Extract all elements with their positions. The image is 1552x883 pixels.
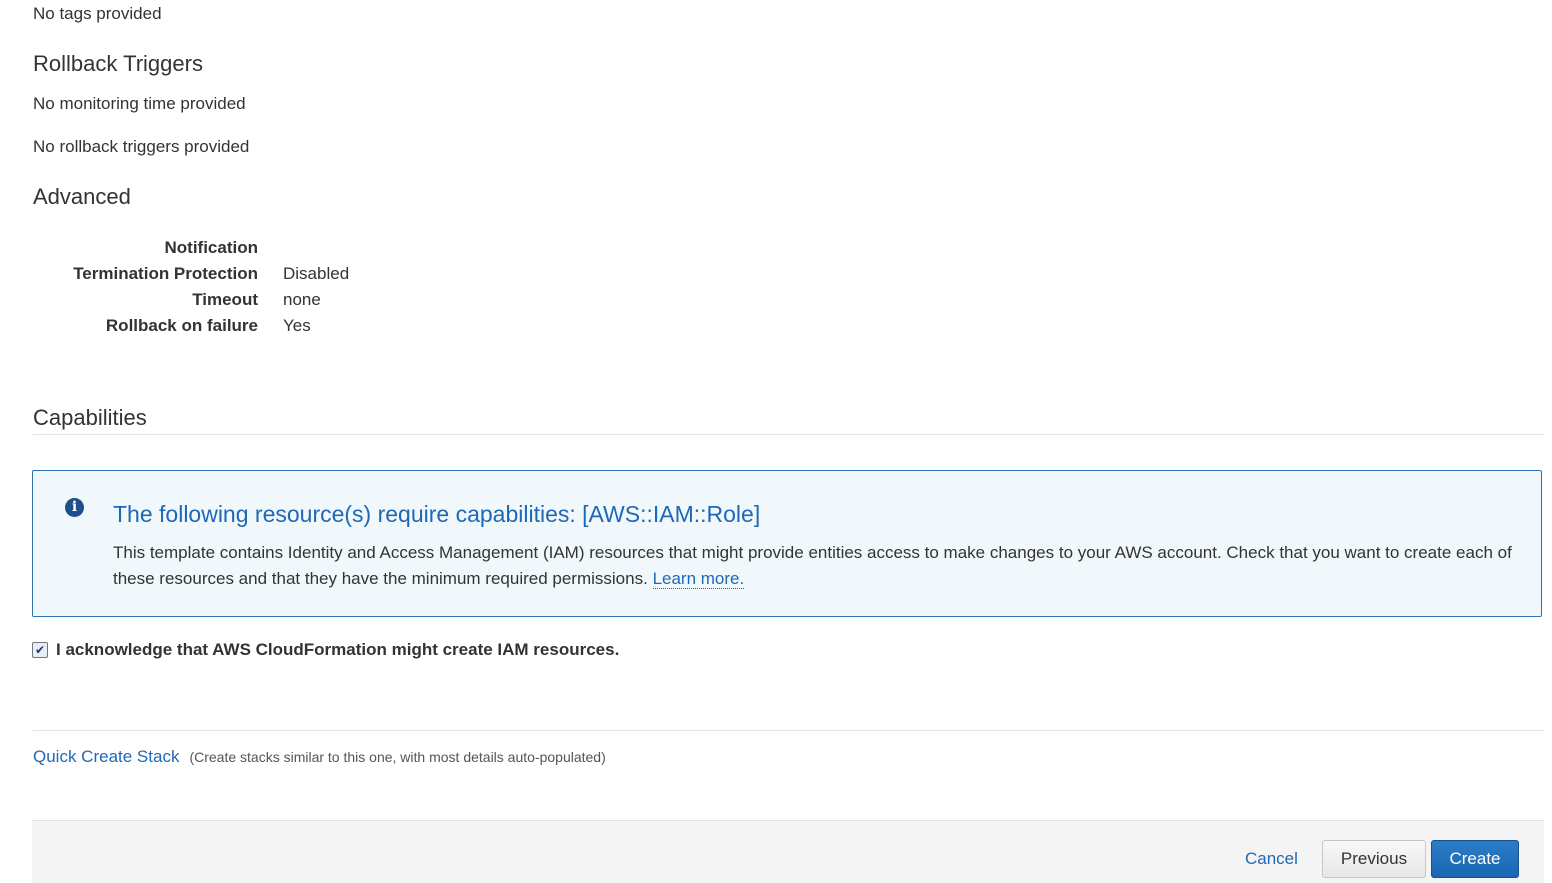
info-alert-body: This template contains Identity and Acce… [113, 540, 1513, 592]
advanced-row-notification: Notification [33, 235, 349, 261]
monitoring-time-text: No monitoring time provided [33, 94, 246, 113]
acknowledge-checkbox[interactable]: ✔ [32, 642, 48, 658]
quick-create-note: (Create stacks similar to this one, with… [189, 749, 606, 765]
info-alert-body-text: This template contains Identity and Acce… [113, 543, 1512, 588]
tags-empty-text: No tags provided [33, 4, 162, 23]
wizard-footer: Cancel Previous Create [32, 820, 1544, 883]
advanced-row-label: Termination Protection [73, 264, 258, 283]
acknowledge-label[interactable]: I acknowledge that AWS CloudFormation mi… [56, 640, 619, 660]
advanced-row-value: none [283, 290, 321, 309]
quick-create-row: Quick Create Stack (Create stacks simila… [33, 747, 606, 767]
review-page: No tags provided Rollback Triggers No mo… [0, 0, 1552, 883]
advanced-row-label: Notification [164, 238, 259, 257]
cancel-button[interactable]: Cancel [1245, 849, 1298, 869]
capabilities-info-alert: i The following resource(s) require capa… [32, 470, 1542, 617]
info-icon: i [65, 498, 84, 517]
rollback-triggers-heading: Rollback Triggers [33, 51, 203, 76]
advanced-heading: Advanced [33, 184, 131, 209]
acknowledge-row: ✔ I acknowledge that AWS CloudFormation … [32, 640, 619, 660]
advanced-row-value: Disabled [283, 264, 350, 283]
checkmark-icon: ✔ [34, 643, 46, 657]
capabilities-divider [33, 434, 1544, 435]
advanced-row-value: Yes [283, 316, 311, 335]
advanced-row-label: Timeout [192, 290, 258, 309]
learn-more-link[interactable]: Learn more. [652, 569, 745, 589]
advanced-row-value [283, 235, 349, 261]
capabilities-heading: Capabilities [33, 405, 147, 430]
advanced-row-timeout: Timeout none [33, 287, 349, 313]
quick-create-divider [33, 730, 1544, 731]
rollback-triggers-text: No rollback triggers provided [33, 137, 250, 156]
advanced-row-termination-protection: Termination Protection Disabled [33, 261, 349, 287]
advanced-row-label: Rollback on failure [105, 316, 258, 335]
advanced-row-rollback-on-failure: Rollback on failure Yes [33, 313, 349, 339]
create-button[interactable]: Create [1431, 840, 1519, 878]
advanced-settings-table: Notification Termination Protection Disa… [33, 235, 349, 339]
previous-button[interactable]: Previous [1322, 840, 1426, 878]
info-alert-title: The following resource(s) require capabi… [113, 501, 761, 527]
quick-create-stack-link[interactable]: Quick Create Stack [33, 747, 179, 767]
